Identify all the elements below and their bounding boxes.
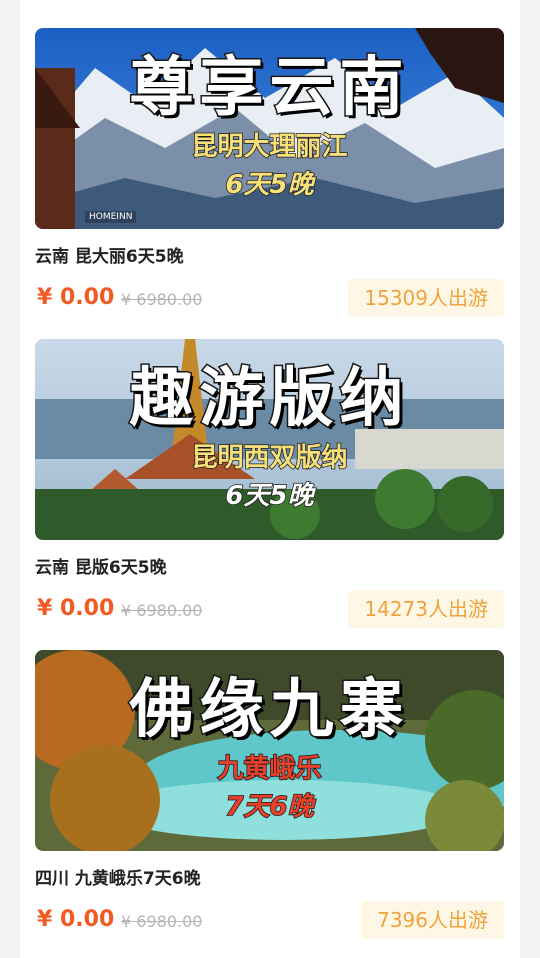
banner-route: 昆明大理丽江 bbox=[191, 131, 349, 163]
banner-route: 昆明西双版纳 bbox=[191, 442, 349, 474]
current-price: ¥ 0.00 bbox=[37, 285, 115, 310]
travelers-count-badge: 15309人出游 bbox=[348, 279, 504, 317]
original-price: ¥ 6980.00 bbox=[121, 290, 203, 309]
tour-banner[interactable]: 佛缘九寨 九黄峨乐 7天6晚 bbox=[35, 650, 504, 851]
banner-days: 6天5晚 bbox=[225, 480, 315, 512]
tour-banner[interactable]: 趣游版纳 昆明西双版纳 6天5晚 bbox=[35, 339, 504, 540]
tour-card[interactable]: 尊享云南 昆明大理丽江 6天5晚 HOMEINN 云南 昆大丽6天5晚 ¥ 0.… bbox=[35, 28, 504, 317]
banner-title: 趣游版纳 bbox=[128, 360, 410, 438]
tour-title: 四川 九黄峨乐7天6晚 bbox=[35, 869, 201, 889]
tour-banner[interactable]: 尊享云南 昆明大理丽江 6天5晚 HOMEINN bbox=[35, 28, 504, 229]
hotel-logo: HOMEINN bbox=[85, 211, 137, 223]
tour-title: 云南 昆版6天5晚 bbox=[35, 558, 167, 578]
tour-card[interactable]: 佛缘九寨 九黄峨乐 7天6晚 四川 九黄峨乐7天6晚 ¥ 0.00 ¥ 6980… bbox=[35, 650, 504, 939]
banner-days: 7天6晚 bbox=[225, 791, 315, 823]
banner-title: 佛缘九寨 bbox=[128, 671, 410, 749]
original-price: ¥ 6980.00 bbox=[121, 601, 203, 620]
banner-route: 九黄峨乐 bbox=[217, 753, 323, 785]
travelers-count-badge: 7396人出游 bbox=[361, 901, 504, 939]
banner-title: 尊享云南 bbox=[128, 49, 410, 127]
original-price: ¥ 6980.00 bbox=[121, 912, 203, 931]
tour-card[interactable]: 趣游版纳 昆明西双版纳 6天5晚 云南 昆版6天5晚 ¥ 0.00 ¥ 6980… bbox=[35, 339, 504, 628]
tour-title: 云南 昆大丽6天5晚 bbox=[35, 247, 184, 267]
tour-list: 尊享云南 昆明大理丽江 6天5晚 HOMEINN 云南 昆大丽6天5晚 ¥ 0.… bbox=[20, 0, 520, 958]
travelers-count-badge: 14273人出游 bbox=[348, 590, 504, 628]
current-price: ¥ 0.00 bbox=[37, 596, 115, 621]
banner-days: 6天5晚 bbox=[225, 169, 315, 201]
current-price: ¥ 0.00 bbox=[37, 907, 115, 932]
